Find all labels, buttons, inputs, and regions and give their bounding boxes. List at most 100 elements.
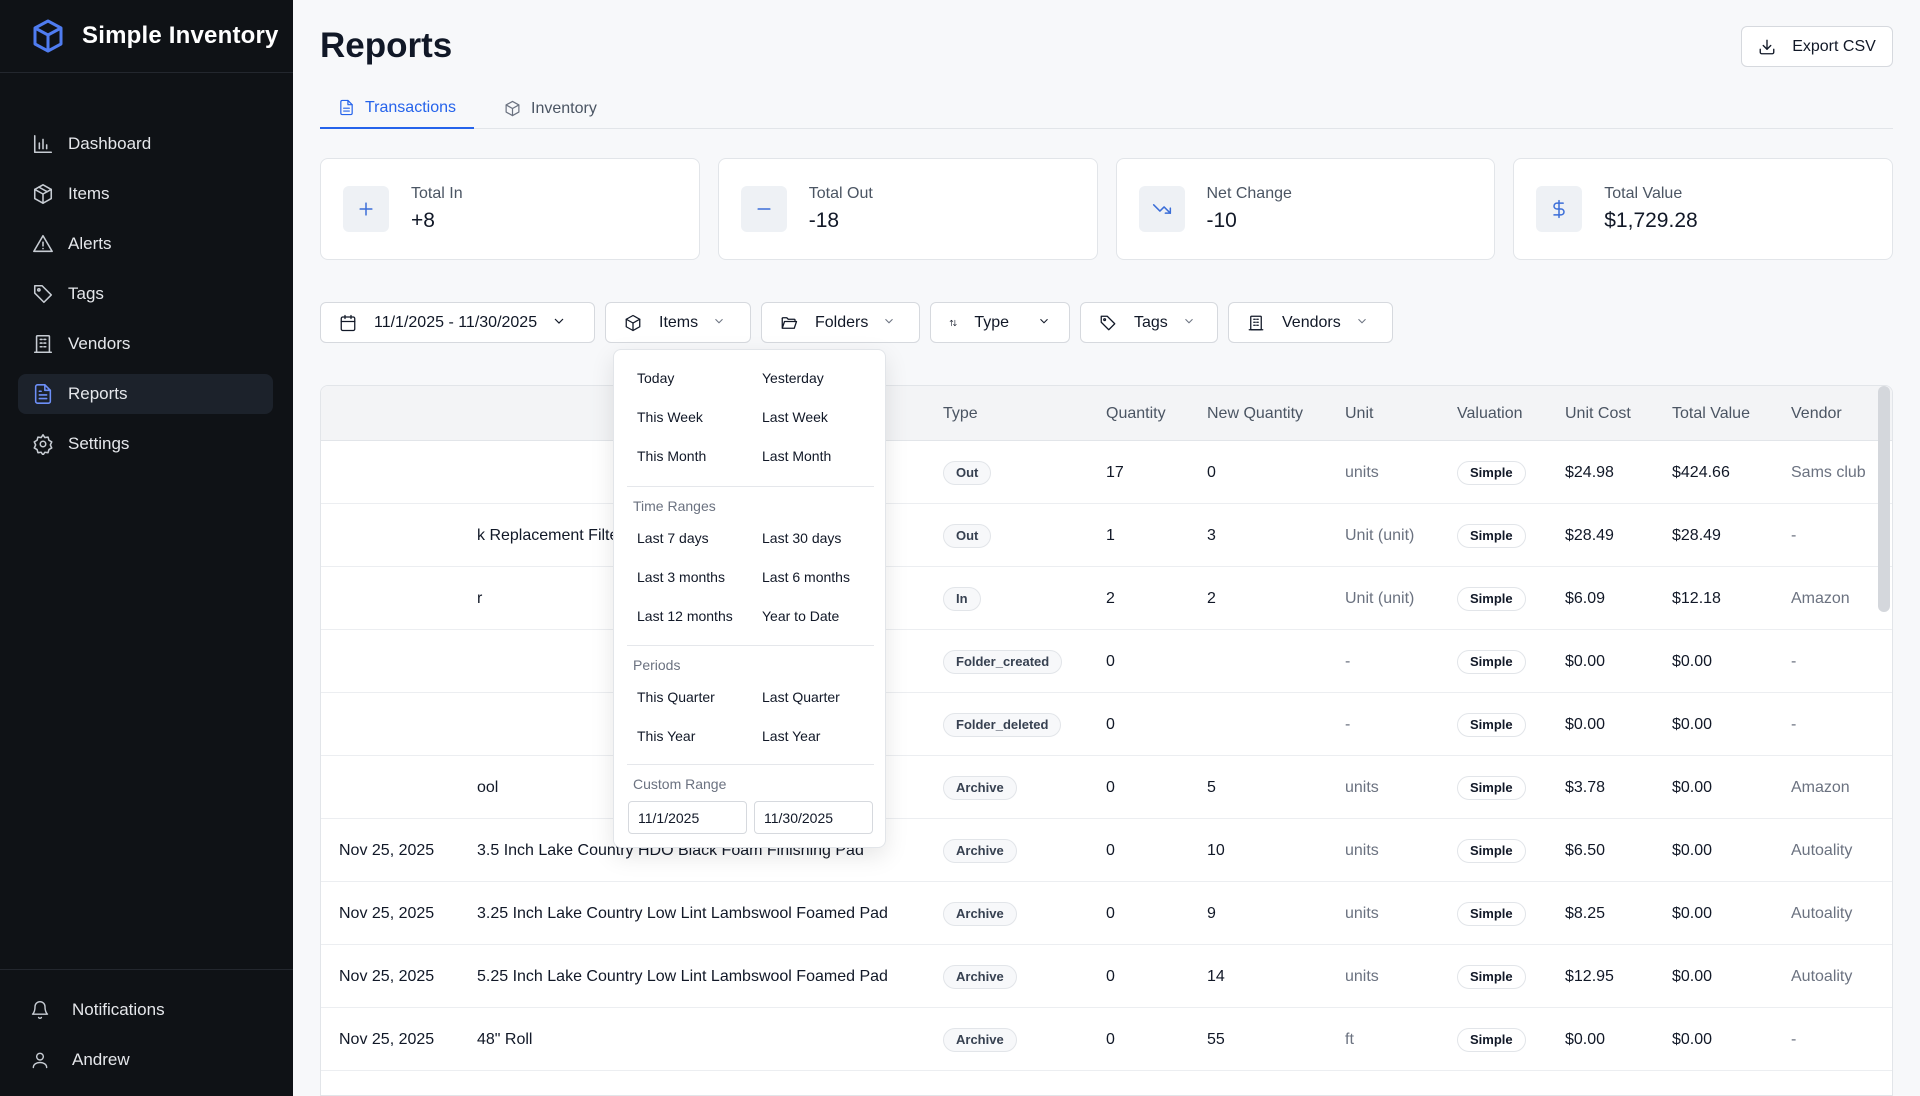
vendors-filter[interactable]: Vendors [1228, 302, 1393, 343]
column-header-unit[interactable]: Unit [1345, 386, 1373, 441]
building-icon [1248, 315, 1264, 330]
table-row[interactable]: Nov 25, 2025 3.25 Inch Lake Country Low L… [321, 882, 1892, 945]
sidebar-item-settings[interactable]: Settings [18, 424, 273, 464]
type-filter-label: Type [974, 313, 1009, 331]
stat-label: Net Change [1206, 185, 1292, 202]
cell-total: $28.49 [1672, 527, 1721, 544]
preset-last-quarter[interactable]: Last Quarter [762, 689, 840, 705]
table-row[interactable]: Nov 25, 2025 5.25 Inch Lake Country Low L… [321, 945, 1892, 1008]
table-row[interactable]: ool Archive 0 5 units Simple $3.78 $0.00 Amazon [321, 756, 1892, 819]
preset-last-month[interactable]: Last Month [762, 448, 831, 464]
calendar-icon [340, 314, 356, 331]
cell-valuation: Simple [1457, 756, 1526, 819]
sidebar-item-label: Reports [68, 384, 128, 403]
stat-icon-box [1536, 186, 1583, 232]
valuation-badge: Simple [1457, 460, 1526, 485]
date-range-filter[interactable]: 11/1/2025 - 11/30/2025 [320, 302, 595, 343]
export-csv-button[interactable]: Export CSV [1741, 26, 1893, 67]
column-header-unit-cost[interactable]: Unit Cost [1565, 386, 1631, 441]
bell-icon [31, 1001, 49, 1020]
column-header-vendor[interactable]: Vendor [1791, 386, 1842, 441]
cell-new-qty: 14 [1207, 968, 1225, 985]
preset-last-7-days[interactable]: Last 7 days [637, 530, 709, 546]
preset-last-year[interactable]: Last Year [762, 728, 820, 744]
table-row[interactable]: r In 2 2 Unit (unit) Simple $6.09 $12.18 Amazon [321, 567, 1892, 630]
custom-start-date-input[interactable] [628, 801, 747, 834]
cell-unit-cost: $12.95 [1565, 968, 1614, 985]
preset-last-30-days[interactable]: Last 30 days [762, 530, 841, 546]
preset-this-month[interactable]: This Month [637, 448, 706, 464]
chevron-down-icon [712, 314, 726, 331]
type-badge: Out [943, 523, 992, 548]
cell-total: $0.00 [1672, 842, 1713, 859]
cell-type: Folder_created [943, 630, 1063, 693]
preset-last-6-months[interactable]: Last 6 months [762, 569, 850, 585]
cell-total: $0.00 [1672, 653, 1713, 670]
notifications-link[interactable]: Notifications [0, 990, 293, 1030]
preset-year-to-date[interactable]: Year to Date [762, 608, 839, 624]
stat-label: Total Value [1604, 185, 1683, 202]
preset-yesterday[interactable]: Yesterday [762, 370, 824, 386]
preset-last-week[interactable]: Last Week [762, 409, 828, 425]
table-row[interactable]: Folder_created 0 - Simple $0.00 $0.00 - [321, 630, 1892, 693]
stat-value: $1,729.28 [1604, 209, 1698, 232]
cell-total: $0.00 [1672, 716, 1713, 733]
table-scrollbar[interactable] [1878, 386, 1890, 612]
table-row[interactable]: Nov 25, 2025 48" Roll Archive 0 55 ft Simple $0… [321, 1008, 1892, 1071]
cell-vendor: - [1791, 527, 1797, 544]
cell-valuation: Simple [1457, 819, 1526, 882]
column-header-quantity[interactable]: Quantity [1106, 386, 1166, 441]
table-row-partial[interactable] [321, 1071, 1892, 1095]
sidebar-nav: Dashboard Items Alerts Tags Vendors Repo… [18, 124, 273, 474]
column-header-valuation[interactable]: Valuation [1457, 386, 1523, 441]
dropdown-divider [627, 486, 874, 487]
cell-qty: 0 [1106, 842, 1115, 859]
table-row[interactable]: Folder_deleted 0 - Simple $0.00 $0.00 - [321, 693, 1892, 756]
cell-valuation: Simple [1457, 441, 1526, 504]
cell-unit-cost: $0.00 [1565, 653, 1606, 670]
preset-this-year[interactable]: This Year [637, 728, 695, 744]
cell-item: 5.25 Inch Lake Country Low Lint Lambswoo… [477, 968, 888, 985]
tab-inventory[interactable]: Inventory [486, 88, 615, 129]
tab-transactions[interactable]: Transactions [320, 88, 474, 129]
column-header-type[interactable]: Type [943, 386, 978, 441]
items-filter[interactable]: Items [605, 302, 751, 343]
custom-end-date-input[interactable] [754, 801, 873, 834]
cell-type: Archive [943, 882, 1017, 945]
chevron-down-icon [1037, 314, 1051, 331]
table-row[interactable]: Out 17 0 units Simple $24.98 $424.66 Sams club [321, 441, 1892, 504]
table-row[interactable]: Nov 25, 2025 3.5 Inch Lake Country HDO Bl… [321, 819, 1892, 882]
stat-value: -10 [1206, 209, 1237, 232]
sidebar-item-reports[interactable]: Reports [18, 374, 273, 414]
preset-this-quarter[interactable]: This Quarter [637, 689, 715, 705]
tags-filter[interactable]: Tags [1080, 302, 1218, 343]
column-header-total-value[interactable]: Total Value [1672, 386, 1750, 441]
cell-unit: units [1345, 905, 1379, 922]
preset-today[interactable]: Today [637, 370, 674, 386]
folders-filter[interactable]: Folders [761, 302, 920, 343]
cell-total: $0.00 [1672, 968, 1713, 985]
sidebar-item-label: Items [68, 184, 110, 203]
sidebar-footer: Notifications Andrew [0, 969, 293, 1096]
sidebar-item-dashboard[interactable]: Dashboard [18, 124, 273, 164]
cell-qty: 0 [1106, 1031, 1115, 1048]
column-header-new-quantity[interactable]: New Quantity [1207, 386, 1303, 441]
file-text-icon [340, 99, 353, 116]
sidebar-item-alerts[interactable]: Alerts [18, 224, 273, 264]
sidebar-item-items[interactable]: Items [18, 174, 273, 214]
user-profile-link[interactable]: Andrew [0, 1040, 293, 1080]
sidebar-item-vendors[interactable]: Vendors [18, 324, 273, 364]
type-filter[interactable]: Type [930, 302, 1070, 343]
tags-filter-label: Tags [1134, 313, 1168, 331]
preset-this-week[interactable]: This Week [637, 409, 703, 425]
brand[interactable]: Simple Inventory [0, 0, 293, 73]
table-row[interactable]: k Replacement Filter Out 1 3 Unit (unit) Simp… [321, 504, 1892, 567]
cell-unit: units [1345, 968, 1379, 985]
preset-last-12-months[interactable]: Last 12 months [637, 608, 733, 624]
valuation-badge: Simple [1457, 649, 1526, 674]
cell-vendor: Amazon [1791, 590, 1850, 607]
sidebar-item-tags[interactable]: Tags [18, 274, 273, 314]
file-text-icon [34, 384, 52, 404]
preset-last-3-months[interactable]: Last 3 months [637, 569, 725, 585]
cell-unit: units [1345, 464, 1379, 481]
